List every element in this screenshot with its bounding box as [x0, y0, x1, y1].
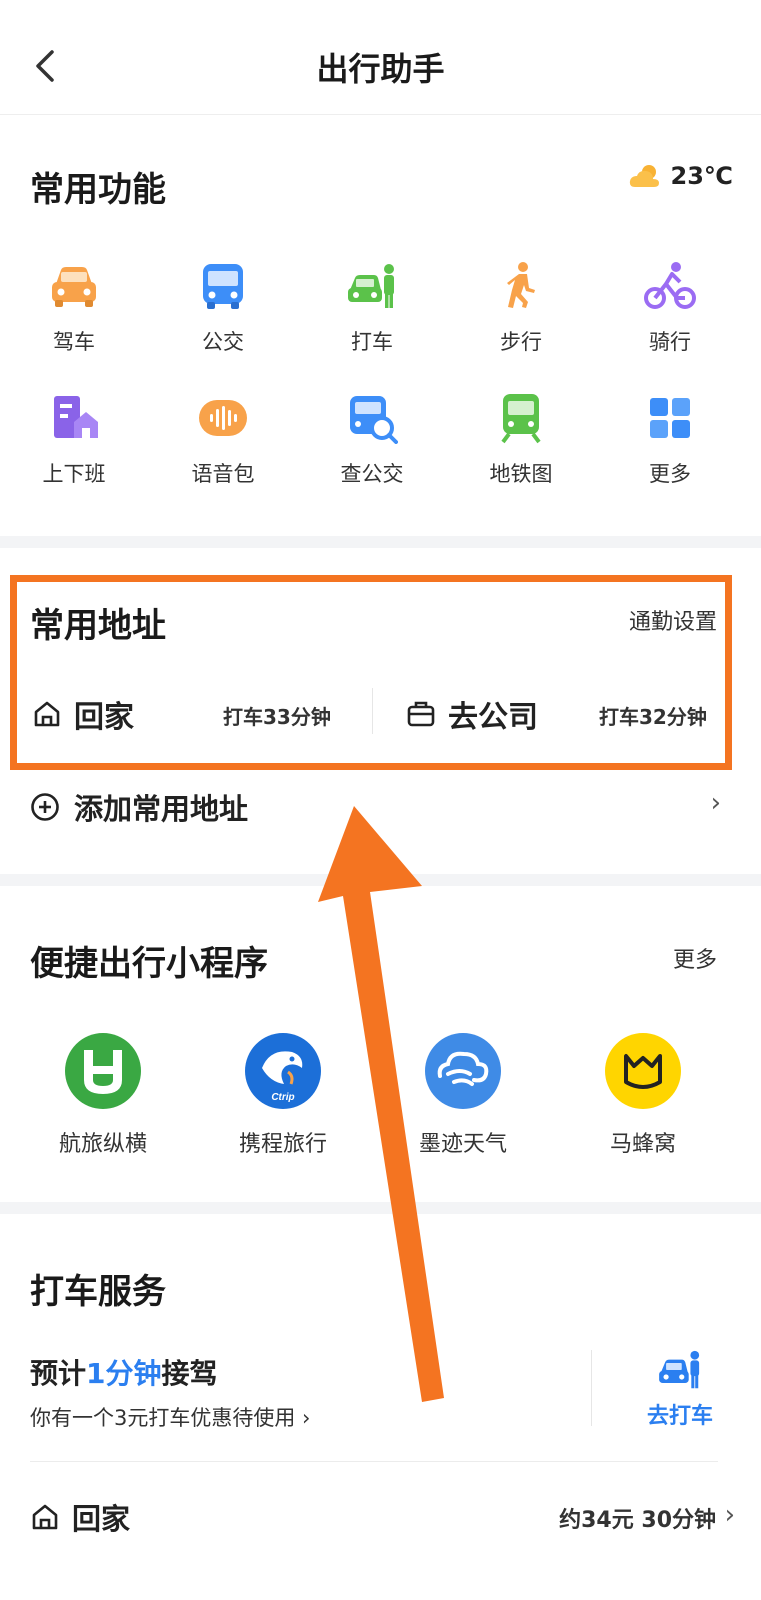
- commute-icon: [54, 396, 98, 438]
- func-voice[interactable]: 语音包: [163, 392, 283, 488]
- section-divider: [0, 1202, 761, 1214]
- coupon-link[interactable]: 你有一个3元打车优惠待使用 ›: [30, 1402, 310, 1432]
- section-divider: [0, 536, 761, 548]
- mini-moji[interactable]: 墨迹天气: [388, 1032, 538, 1158]
- ctrip-dolphin-icon: Ctrip: [245, 1033, 321, 1109]
- mini-programs-more-link[interactable]: 更多: [673, 942, 717, 974]
- taxi-row-divider: [30, 1461, 718, 1462]
- mini-mafengwo[interactable]: 马蜂窝: [568, 1032, 718, 1158]
- func-bus-search[interactable]: 查公交: [312, 392, 432, 488]
- chevron-right-icon: ›: [724, 1500, 735, 1530]
- func-bike[interactable]: 骑行: [610, 260, 730, 356]
- bike-icon: [644, 262, 696, 309]
- func-more-label: 更多: [649, 462, 691, 486]
- subway-icon: [501, 394, 541, 444]
- pickup-eta-suffix: 接驾: [161, 1357, 218, 1390]
- plus-circle-icon: [31, 793, 59, 821]
- mini-ctrip[interactable]: Ctrip 携程旅行: [208, 1032, 358, 1158]
- car-icon: [52, 267, 96, 307]
- taxi-divider: [591, 1350, 592, 1426]
- section-divider: [0, 874, 761, 886]
- grid-icon: [650, 398, 690, 438]
- mini-mafengwo-label: 马蜂窝: [609, 1132, 676, 1157]
- weather-widget[interactable]: 23℃: [629, 162, 733, 190]
- add-address-label: 添加常用地址: [74, 792, 249, 826]
- bus-icon: [203, 264, 243, 309]
- func-walk-label: 步行: [500, 330, 542, 354]
- taxi-home-label: 回家: [72, 1502, 131, 1536]
- pickup-eta-value: 1分钟: [86, 1357, 162, 1390]
- ctrip-logo-text: Ctrip: [271, 1092, 294, 1103]
- func-subway[interactable]: 地铁图: [461, 392, 581, 488]
- go-taxi-label: 去打车: [646, 1404, 713, 1429]
- voice-icon: [199, 400, 247, 436]
- moji-cloud-icon: [425, 1033, 501, 1109]
- func-walk[interactable]: 步行: [461, 260, 581, 356]
- func-bus-label: 公交: [202, 330, 244, 354]
- taxi-icon: [659, 1350, 700, 1389]
- mini-moji-label: 墨迹天气: [418, 1132, 507, 1157]
- go-taxi-button[interactable]: 去打车: [620, 1350, 740, 1430]
- func-bike-label: 骑行: [649, 330, 691, 354]
- highlight-box: [10, 575, 732, 770]
- func-commute-label: 上下班: [42, 462, 106, 486]
- mafengwo-icon: [605, 1033, 681, 1109]
- func-drive[interactable]: 驾车: [14, 260, 134, 356]
- weather-temp: 23℃: [670, 162, 733, 190]
- chevron-right-icon: ›: [710, 788, 721, 818]
- mini-ctrip-label: 携程旅行: [238, 1132, 327, 1157]
- common-functions-title: 常用功能: [30, 170, 166, 210]
- func-drive-label: 驾车: [53, 330, 95, 354]
- top-bar: 出行助手: [0, 0, 761, 115]
- func-taxi-label: 打车: [351, 330, 393, 354]
- hanglv-logo-icon: [65, 1033, 141, 1109]
- func-taxi[interactable]: 打车: [312, 260, 432, 356]
- page-title: 出行助手: [316, 50, 445, 88]
- taxi-home-row[interactable]: 回家: [30, 1496, 130, 1538]
- taxi-service-title: 打车服务: [30, 1272, 166, 1312]
- pickup-eta: 预计1分钟接驾: [30, 1352, 218, 1392]
- mini-programs-title: 便捷出行小程序: [30, 944, 268, 984]
- mini-hanglv-label: 航旅纵横: [58, 1132, 147, 1157]
- taxi-home-eta: 约34元 30分钟: [559, 1508, 716, 1533]
- bus-search-icon: [350, 396, 398, 444]
- mini-hanglv[interactable]: 航旅纵横: [28, 1032, 178, 1158]
- func-bus-search-label: 查公交: [340, 462, 404, 486]
- func-bus[interactable]: 公交: [163, 260, 283, 356]
- func-commute[interactable]: 上下班: [14, 392, 134, 488]
- func-voice-label: 语音包: [191, 462, 255, 486]
- func-subway-label: 地铁图: [489, 462, 553, 486]
- func-more[interactable]: 更多: [610, 392, 730, 488]
- taxi-icon: [348, 264, 394, 308]
- partly-cloudy-icon: [629, 165, 659, 187]
- pickup-eta-prefix: 预计: [30, 1357, 87, 1390]
- add-address-button[interactable]: 添加常用地址: [30, 786, 248, 828]
- walk-icon: [507, 262, 535, 308]
- home-icon: [32, 1504, 58, 1530]
